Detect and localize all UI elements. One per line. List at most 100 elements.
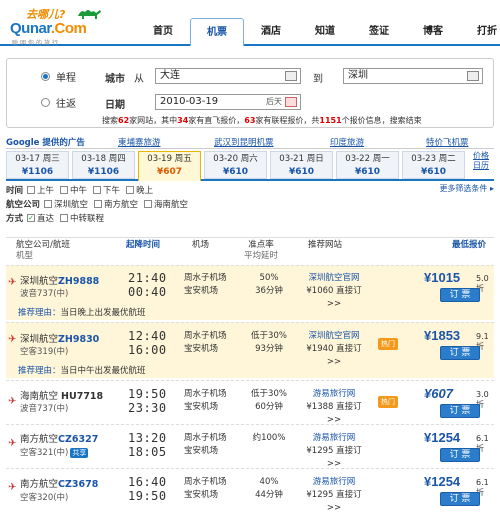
flight-airline[interactable]: 南方航空CZ6327	[20, 431, 98, 445]
nav-hotels[interactable]: 酒店	[244, 20, 298, 46]
airline-logo-icon: ✈	[8, 438, 17, 449]
book-button[interactable]: 订 票	[440, 448, 480, 462]
nav-flights[interactable]: 机票	[190, 18, 244, 46]
recommended-site[interactable]: 游易旅行网 ¥1388 直接订>>	[302, 388, 366, 427]
ontime-rate: 约100%	[252, 433, 286, 443]
city-label: 城市	[105, 74, 125, 85]
flight-airline[interactable]: 深圳航空ZH9888	[20, 273, 99, 287]
airports: 周水子机场 宝安机场	[184, 331, 227, 354]
flight-row[interactable]: ✈ 深圳航空ZH9830 空客319(中) 12:40 16:00 周水子机场宝…	[6, 322, 494, 378]
filter-checkbox[interactable]: 上午	[27, 184, 54, 196]
date-tab[interactable]: 03-17 周三 ¥1106	[6, 151, 69, 179]
airports: 周水子机场 宝安机场	[184, 389, 227, 412]
filter-checkbox[interactable]: 下午	[93, 184, 120, 196]
to-label: 到	[313, 74, 323, 85]
recommended-site[interactable]: 游易旅行网 ¥1295 直接订>>	[302, 476, 366, 515]
recommended-site[interactable]: 深圳航空官网 ¥1940 直接订>>	[302, 330, 366, 369]
ad-link[interactable]: 東埔寨旅游	[118, 136, 161, 148]
flight-row[interactable]: ✈ 南方航空CZ6327 空客321(中) 共享 13:20 18:05 周水子机…	[6, 424, 494, 469]
ad-link[interactable]: 印度旅游	[330, 136, 364, 148]
from-city-input[interactable]: 大连	[155, 68, 301, 84]
trip-round-radio[interactable]: 往返	[41, 95, 76, 110]
col-airline[interactable]: 航空公司/航班 机型	[16, 240, 70, 262]
calendar-icon[interactable]	[285, 97, 297, 107]
airline-logo-icon: ✈	[8, 334, 17, 345]
ad-link[interactable]: 武汉到昆明机票	[214, 136, 274, 148]
arrive-time: 00:40	[128, 285, 167, 299]
recommended-site[interactable]: 深圳航空官网 ¥1060 直接订>>	[302, 272, 366, 311]
qunar-logo[interactable]: 去哪儿? Qunar.Com 聪明你的旅行	[6, 4, 106, 47]
nav-knowledge[interactable]: 知道	[298, 20, 352, 46]
lowest-price: ¥1254	[424, 474, 461, 489]
book-button[interactable]: 订 票	[440, 492, 480, 506]
arrive-time: 19:50	[128, 489, 167, 503]
more-filters-link[interactable]: 更多筛选条件 ▸	[439, 183, 494, 194]
flight-airline[interactable]: 深圳航空ZH9830	[20, 331, 99, 345]
nav-discount[interactable]: 打折	[460, 20, 500, 46]
date-tab[interactable]: 03-20 周六 ¥610	[204, 151, 267, 179]
depart-time: 16:40	[128, 475, 167, 489]
flight-row[interactable]: ✈ 海南航空 HU7718 波音737(中) 19:50 23:30 周水子机场…	[6, 380, 494, 425]
col-price[interactable]: 最低报价	[452, 240, 486, 251]
city-picker-icon[interactable]	[467, 71, 479, 81]
google-ads-label[interactable]: Google 提供的广告	[6, 136, 85, 148]
airports: 周水子机场 宝安机场	[184, 273, 227, 296]
to-city-input[interactable]: 深圳	[343, 68, 483, 84]
depart-time: 21:40	[128, 271, 167, 285]
filter-checkbox[interactable]: 海南航空	[144, 198, 188, 210]
recommended-site[interactable]: 游易旅行网 ¥1295 直接订>>	[302, 432, 366, 471]
logo-text: Qunar.Com	[10, 20, 87, 37]
date-tab[interactable]: 03-23 周二 ¥610	[402, 151, 465, 179]
recommend-reason: 推荐理由：当日晚上出发最优航班	[18, 308, 146, 318]
col-ontime[interactable]: 准点率 平均延时	[244, 240, 278, 262]
plane-type: 空客321(中) 共享	[20, 448, 89, 458]
filter-checkbox-checked[interactable]: ✓ 直达	[27, 212, 54, 224]
book-button[interactable]: 订 票	[440, 288, 480, 302]
search-summary: 搜索62家网站，其中34家有直飞报价，63家有联程报价，共1151个报价信息，搜…	[102, 116, 422, 125]
depart-time: 19:50	[128, 387, 167, 401]
book-button[interactable]: 订 票	[440, 346, 480, 360]
ads-bar: Google 提供的广告 東埔寨旅游 武汉到昆明机票 印度旅游 特价飞机票	[6, 135, 494, 149]
filter-panel: 时间 上午 中午 下午 晚上 航空公司 深圳航空 南方航空 海南航空 方式 ✓ 直…	[6, 183, 494, 227]
date-input[interactable]: 2010-03-19 后天	[155, 94, 301, 110]
lowest-price: ¥1015	[424, 270, 461, 285]
filter-checkbox[interactable]: 中午	[60, 184, 87, 196]
price-calendar-link[interactable]: 价格 日历	[468, 151, 494, 179]
date-tab-selected[interactable]: 03-19 周五 ¥607	[138, 151, 201, 181]
plane-type: 波音737(中)	[20, 289, 69, 299]
nav-blog[interactable]: 博客	[406, 20, 460, 46]
date-label: 日期	[105, 100, 125, 111]
hot-badge: 热门	[378, 396, 398, 408]
site-header: 去哪儿? Qunar.Com 聪明你的旅行 首页 机票 酒店 知道 签证 博客 …	[0, 0, 500, 47]
flight-row[interactable]: ✈ 深圳航空ZH9888 波音737(中) 21:40 00:40 周水子机场宝…	[6, 265, 494, 320]
flight-airline[interactable]: 南方航空CZ3678	[20, 476, 98, 490]
nav-home[interactable]: 首页	[136, 20, 190, 46]
airline-logo-icon: ✈	[8, 277, 17, 288]
date-tab[interactable]: 03-18 周四 ¥1106	[72, 151, 135, 179]
airline-logo-icon: ✈	[8, 482, 17, 493]
city-picker-icon[interactable]	[285, 71, 297, 81]
date-tab[interactable]: 03-22 周一 ¥610	[336, 151, 399, 179]
book-button[interactable]: 订 票	[440, 404, 480, 418]
col-airport: 机场	[192, 240, 210, 250]
flight-row[interactable]: ✈ 南方航空CZ3678 空客320(中) 16:40 19:50 周水子机场宝…	[6, 468, 494, 515]
plane-type: 波音737(中)	[20, 404, 69, 414]
ad-link[interactable]: 特价飞机票	[426, 136, 469, 148]
filter-checkbox[interactable]: 南方航空	[94, 198, 138, 210]
nav-visa[interactable]: 签证	[352, 20, 406, 46]
time-filter: 时间 上午 中午 下午 晚上	[6, 184, 154, 196]
airline-filter: 航空公司 深圳航空 南方航空 海南航空	[6, 198, 189, 210]
filter-checkbox[interactable]: 中转联程	[60, 212, 104, 224]
col-depart-time[interactable]: 起降时间	[126, 240, 160, 251]
lowest-price: ¥1254	[424, 430, 461, 445]
depart-time: 13:20	[128, 431, 167, 445]
lowest-price: ¥1853	[424, 328, 461, 343]
date-tab[interactable]: 03-21 周日 ¥610	[270, 151, 333, 179]
filter-checkbox[interactable]: 深圳航空	[44, 198, 88, 210]
trip-oneway-radio[interactable]: 单程	[41, 69, 76, 84]
filter-checkbox[interactable]: 晚上	[126, 184, 153, 196]
flight-airline[interactable]: 海南航空 HU7718	[20, 388, 103, 402]
hot-badge: 热门	[378, 338, 398, 350]
date-price-tabs: 03-17 周三 ¥1106 03-18 周四 ¥1106 03-19 周五 ¥607…	[6, 151, 494, 181]
codeshare-badge: 共享	[70, 448, 89, 458]
